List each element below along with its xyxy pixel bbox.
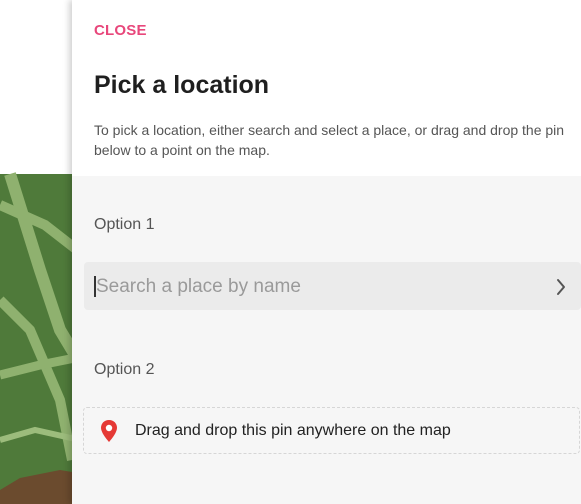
instructions-text: To pick a location, either search and se…	[94, 122, 565, 158]
pin-instructions: Drag and drop this pin anywhere on the m…	[135, 422, 451, 439]
draggable-pin[interactable]: Drag and drop this pin anywhere on the m…	[83, 407, 580, 454]
option-2-label: Option 2	[94, 361, 155, 378]
search-placeholder: Search a place by name	[96, 276, 301, 297]
panel-header: CLOSE Pick a location To pick a location…	[72, 0, 581, 176]
search-input[interactable]: Search a place by name	[84, 262, 581, 310]
chevron-right-icon[interactable]	[555, 278, 567, 301]
page-title: Pick a location	[94, 71, 270, 99]
location-picker-screen: CLOSE Pick a location To pick a location…	[0, 0, 581, 504]
map-pin-icon[interactable]	[100, 419, 118, 448]
close-button[interactable]: CLOSE	[94, 22, 147, 39]
location-panel: CLOSE Pick a location To pick a location…	[72, 0, 581, 504]
option-1-label: Option 1	[94, 216, 155, 233]
